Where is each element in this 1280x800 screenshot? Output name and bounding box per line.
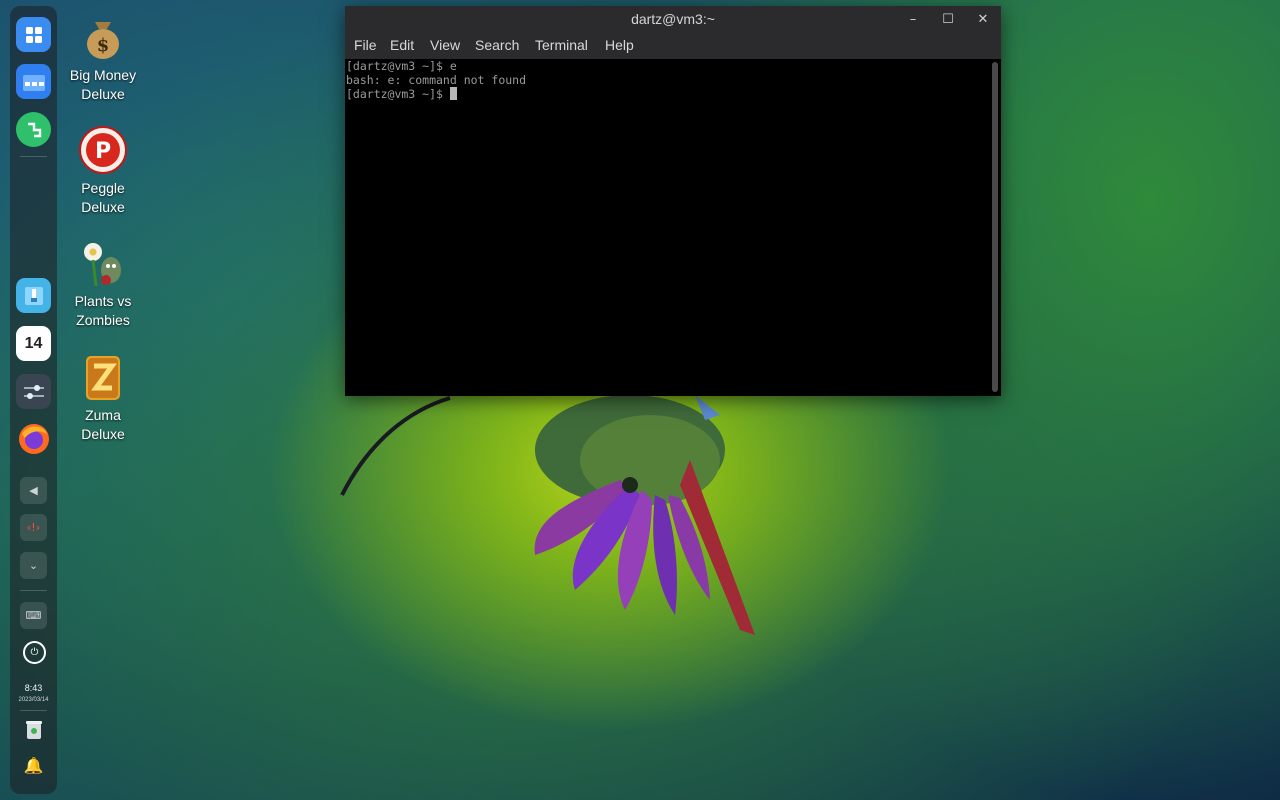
terminal-line: [dartz@vm3 ~]$ e — [346, 59, 457, 73]
menu-file[interactable]: File — [354, 37, 377, 53]
terminal-prompt: [dartz@vm3 ~]$ — [346, 87, 450, 101]
calendar-icon[interactable]: 14 — [16, 326, 51, 361]
svg-text:P: P — [95, 139, 111, 164]
menu-terminal[interactable]: Terminal — [535, 37, 588, 53]
desktop-icon-label: Peggle Deluxe — [81, 180, 125, 215]
clock-date: 2023/03/14 — [18, 697, 49, 703]
dock-separator — [20, 590, 47, 591]
terminal-output[interactable]: [dartz@vm3 ~]$ e bash: e: command not fo… — [345, 59, 1001, 396]
dock-separator — [20, 710, 47, 711]
money-bag-icon: $ — [78, 12, 128, 62]
text-cursor — [449, 87, 457, 100]
volume-icon[interactable]: ◀ — [20, 477, 47, 504]
calendar-day: 14 — [24, 334, 43, 352]
menu-search[interactable]: Search — [475, 37, 519, 53]
notification-bell-icon[interactable]: 🔔 — [20, 752, 47, 779]
desktop-icon-label: Plants vs Zombies — [74, 293, 132, 328]
terminal-prompt-line: [dartz@vm3 ~]$ — [346, 87, 457, 101]
menu-bar: File Edit View Search Terminal Help — [345, 34, 1001, 58]
zuma-icon — [78, 352, 128, 402]
archive-icon[interactable] — [16, 278, 51, 313]
chevron-down-icon[interactable]: ⌄ — [20, 552, 47, 579]
desktop-icon-zuma-deluxe[interactable]: Zuma Deluxe — [53, 352, 153, 444]
firefox-icon[interactable] — [16, 421, 51, 456]
clock-time[interactable]: 8:43 — [10, 683, 57, 693]
hummingbird-wallpaper-art — [340, 395, 755, 635]
desktop-icon-plants-vs-zombies[interactable]: Plants vs Zombies — [53, 238, 153, 330]
trash-icon[interactable] — [20, 715, 47, 742]
keyboard-icon[interactable]: ⌨ — [20, 602, 47, 629]
close-icon[interactable]: ✕ — [973, 10, 993, 30]
svg-text:$: $ — [97, 35, 110, 56]
power-icon[interactable]: ⏻ — [23, 641, 46, 664]
terminal-line: bash: e: command not found — [346, 73, 527, 87]
file-manager-icon[interactable] — [16, 64, 51, 99]
dock: 14 ◀ ‹!› ⌄ ⌨ ⏻ 8:43 2023/03/14 🔔 — [10, 6, 57, 794]
developer-tool-icon[interactable]: ‹!› — [20, 514, 47, 541]
window-titlebar[interactable]: dartz@vm3:~ – ☐ ✕ — [345, 6, 1001, 33]
peggle-icon: P — [78, 125, 128, 175]
menu-view[interactable]: View — [430, 37, 460, 53]
app-launcher-icon[interactable] — [16, 17, 51, 52]
desktop-icon-label: Big Money Deluxe — [69, 67, 137, 102]
menu-edit[interactable]: Edit — [390, 37, 414, 53]
desktop-icon-peggle-deluxe[interactable]: P Peggle Deluxe — [53, 125, 153, 217]
dock-separator — [20, 156, 47, 157]
desktop-icon-label: Zuma Deluxe — [81, 407, 125, 442]
terminal-window[interactable]: dartz@vm3:~ – ☐ ✕ File Edit View Search … — [345, 6, 1001, 396]
settings-icon[interactable] — [16, 374, 51, 409]
maximize-icon[interactable]: ☐ — [938, 10, 958, 30]
minimize-icon[interactable]: – — [903, 10, 923, 30]
plants-vs-zombies-icon — [78, 238, 128, 288]
desktop-icon-big-money-deluxe[interactable]: $ Big Money Deluxe — [53, 12, 153, 104]
menu-help[interactable]: Help — [605, 37, 634, 53]
app-store-icon[interactable] — [16, 112, 51, 147]
scrollbar[interactable] — [992, 62, 998, 392]
